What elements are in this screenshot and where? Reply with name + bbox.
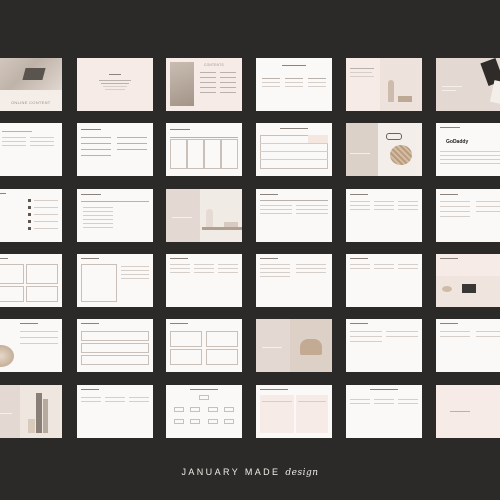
laptop-graphic <box>462 284 476 293</box>
thumb-section-vase[interactable] <box>166 189 242 242</box>
tray-graphic <box>0 345 14 367</box>
thumb-table-four-col[interactable] <box>166 123 242 176</box>
thumb-boxes-page[interactable] <box>0 254 62 307</box>
thumb-list-page[interactable] <box>436 189 500 242</box>
thumb-text-page-a[interactable] <box>0 123 62 176</box>
thumb-notes-page[interactable] <box>77 189 153 242</box>
thumb-text-page-f[interactable] <box>77 385 153 438</box>
thumb-text-page-d[interactable] <box>346 319 422 372</box>
laptop-graphic <box>22 68 46 80</box>
thumb-section-chair[interactable] <box>256 319 332 372</box>
thumb-closing[interactable] <box>436 385 500 438</box>
thumb-godaddy[interactable]: GoDaddy <box>436 123 500 176</box>
thumb-tray-photo[interactable] <box>0 319 62 372</box>
thumb-three-col-text[interactable] <box>346 189 422 242</box>
thumb-three-col-notes[interactable] <box>346 385 422 438</box>
thumb-text-columns-c[interactable] <box>346 254 422 307</box>
thumb-desk-photo[interactable] <box>436 254 500 307</box>
thumb-dense-text[interactable] <box>166 254 242 307</box>
godaddy-logo: GoDaddy <box>446 139 469 145</box>
thumb-vase-photo[interactable] <box>346 58 422 111</box>
contents-title: CONTENTS <box>204 63 224 67</box>
page-thumbnail-grid: ONLINE CONTENT CONTENTS GoDaddy <box>0 58 500 440</box>
thumb-three-columns[interactable] <box>256 58 332 111</box>
thumb-form-c[interactable] <box>166 319 242 372</box>
books-graphic <box>36 393 42 433</box>
thumb-checklist-grid[interactable] <box>256 123 332 176</box>
chair-graphic <box>300 339 322 355</box>
thumb-icon-list[interactable] <box>0 189 62 242</box>
contents-photo <box>170 62 194 106</box>
thumb-text-page-e[interactable] <box>436 319 500 372</box>
thumb-worksheet[interactable] <box>77 254 153 307</box>
thumb-cover[interactable]: ONLINE CONTENT <box>0 58 62 111</box>
thumb-section-phone[interactable] <box>436 58 500 111</box>
thumb-intro[interactable] <box>77 58 153 111</box>
thumb-contents[interactable]: CONTENTS <box>166 58 242 111</box>
brand-footer: JANUARY MADE design <box>0 467 500 478</box>
thumb-text-columns-b[interactable] <box>256 254 332 307</box>
thumb-section-books[interactable] <box>0 385 62 438</box>
basket-graphic <box>390 145 412 165</box>
brand-script: design <box>285 468 319 478</box>
thumb-form-page[interactable] <box>77 123 153 176</box>
thumb-sitemap[interactable] <box>166 385 242 438</box>
cover-title: ONLINE CONTENT <box>11 100 51 105</box>
vase-graphic <box>206 209 213 227</box>
brand-name: JANUARY MADE <box>181 467 281 477</box>
thumb-two-col-text[interactable] <box>256 189 332 242</box>
glasses-graphic <box>386 133 402 140</box>
thumb-comparison[interactable] <box>256 385 332 438</box>
vase-graphic <box>388 80 394 102</box>
thumb-basket-photo[interactable] <box>346 123 422 176</box>
books-graphic <box>398 96 412 102</box>
thumb-form-b[interactable] <box>77 319 153 372</box>
